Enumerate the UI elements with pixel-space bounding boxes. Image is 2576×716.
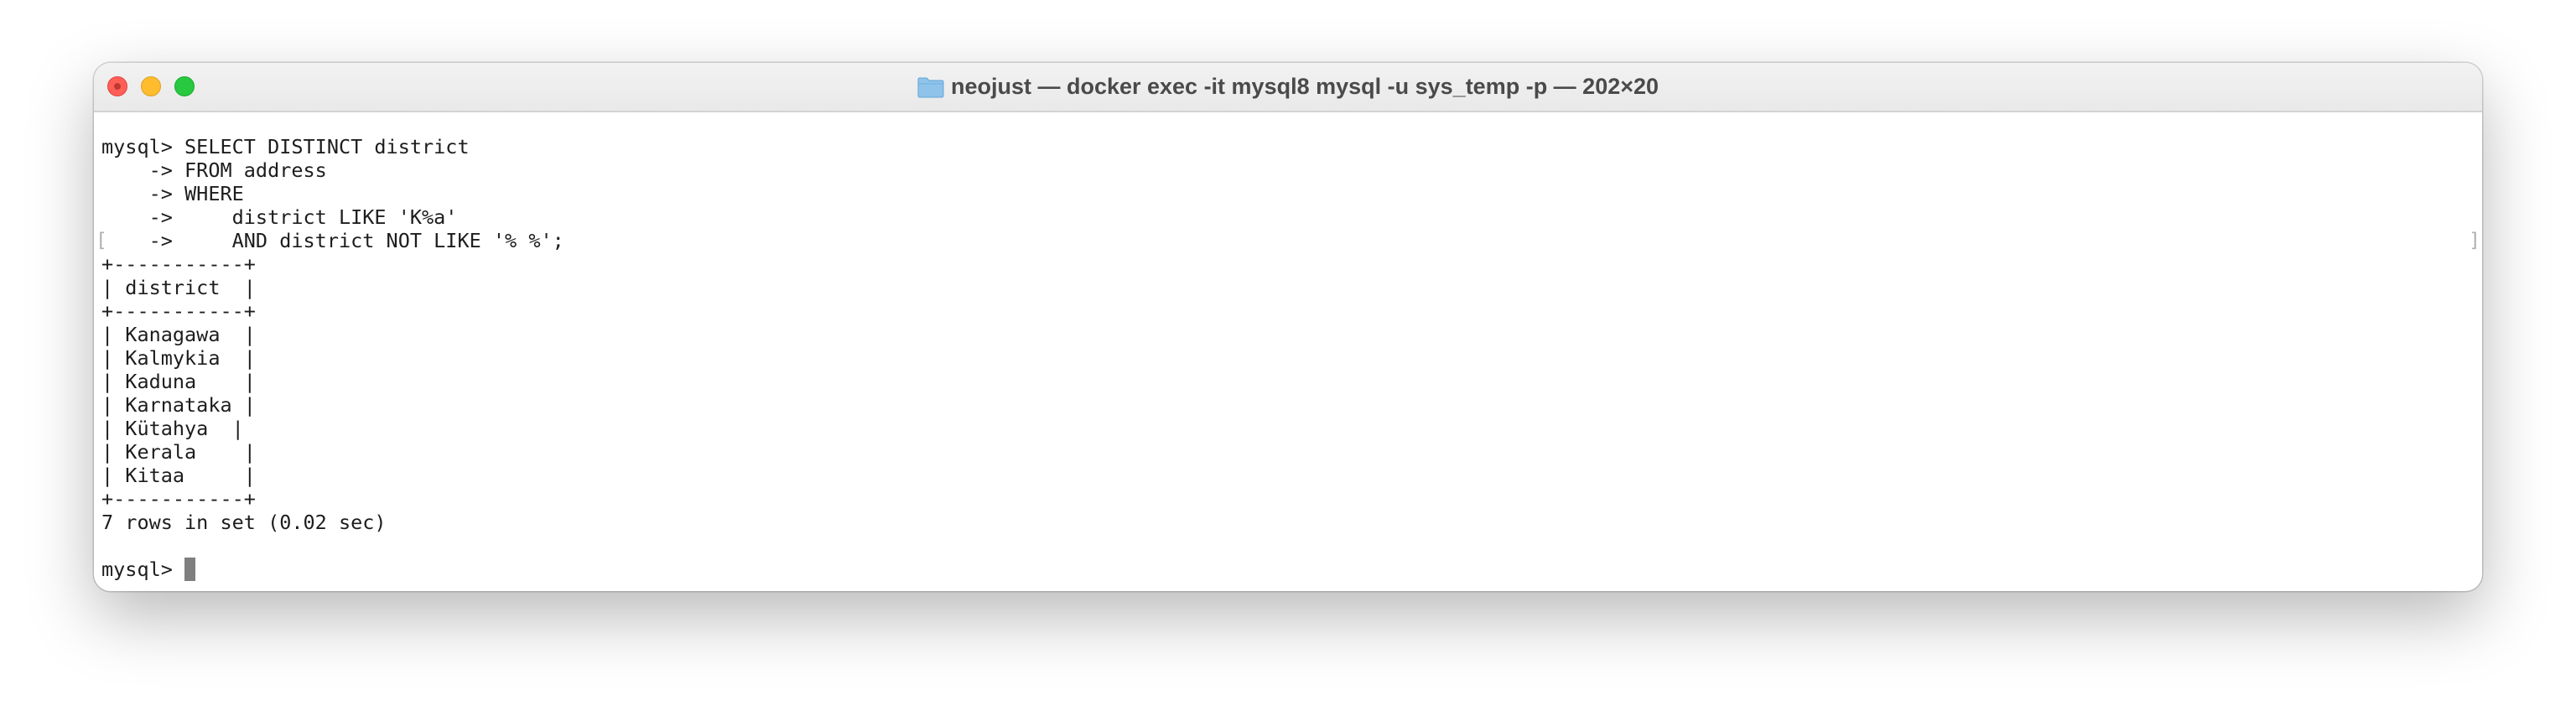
terminal-window: neojust — docker exec -it mysql8 mysql -… (94, 63, 2482, 591)
terminal-line: | Kalmykia | (101, 346, 256, 370)
terminal-line: 7 rows in set (0.02 sec) (101, 511, 387, 534)
prompt-text: mysql> (101, 558, 185, 581)
text-cursor (184, 558, 196, 581)
terminal-line: -> FROM address (101, 158, 327, 182)
folder-icon (917, 77, 944, 97)
terminal-line: | Kütahya | (101, 417, 244, 440)
terminal-line: +-----------+ (101, 299, 256, 323)
terminal-line: | Kitaa | (101, 464, 256, 487)
terminal-output[interactable]: mysql> SELECT DISTINCT district -> FROM … (101, 135, 2475, 591)
terminal-line: | Kerala | (101, 440, 256, 464)
terminal-line: -> AND district NOT LIKE '% %'; (101, 229, 564, 252)
title-area: neojust — docker exec -it mysql8 mysql -… (94, 63, 2482, 111)
terminal-line: +-----------+ (101, 487, 256, 511)
terminal-line: -> district LIKE 'K%a' (101, 205, 458, 229)
terminal-line: | Kaduna | (101, 370, 256, 393)
terminal-line: | district | (101, 276, 256, 299)
terminal-line: | Karnataka | (101, 393, 256, 417)
title-bar[interactable]: neojust — docker exec -it mysql8 mysql -… (94, 63, 2482, 112)
terminal-line: +-----------+ (101, 252, 256, 276)
terminal-line: | Kanagawa | (101, 323, 256, 346)
window-title: neojust — docker exec -it mysql8 mysql -… (950, 74, 1659, 99)
prompt-line[interactable]: mysql> (101, 558, 2475, 581)
terminal-line: mysql> SELECT DISTINCT district (101, 135, 470, 158)
terminal-line: -> WHERE (101, 182, 244, 205)
